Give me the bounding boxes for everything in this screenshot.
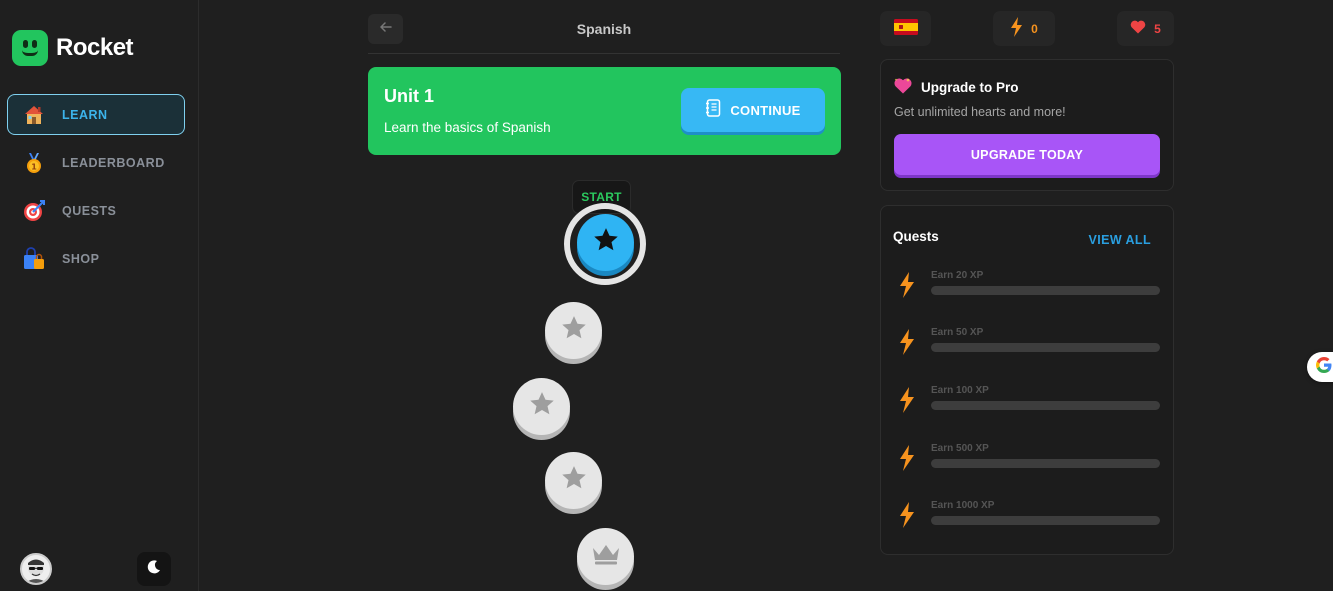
quest-label: Earn 100 XP bbox=[931, 385, 989, 396]
svg-text:1: 1 bbox=[31, 162, 37, 171]
sidebar-item-label: LEADERBOARD bbox=[62, 155, 165, 170]
crown-icon bbox=[590, 541, 622, 572]
continue-button[interactable]: CONTINUE bbox=[681, 88, 825, 132]
upgrade-card: Upgrade to Pro Get unlimited hearts and … bbox=[880, 59, 1174, 191]
google-widget-button[interactable] bbox=[1307, 352, 1333, 382]
star-icon bbox=[559, 313, 589, 348]
lesson-node-locked[interactable] bbox=[545, 452, 602, 509]
lesson-node-locked[interactable] bbox=[513, 378, 570, 435]
quest-progress-bar bbox=[931, 343, 1160, 352]
hearts-value: 5 bbox=[1154, 21, 1161, 36]
quest-item: Earn 1000 XP bbox=[895, 500, 1161, 540]
notebook-icon bbox=[705, 98, 721, 122]
rocket-logo-icon bbox=[12, 30, 48, 66]
sidebar-item-label: QUESTS bbox=[62, 203, 117, 218]
xp-value: 0 bbox=[1031, 21, 1038, 36]
target-icon bbox=[22, 199, 46, 223]
heart-icon bbox=[1130, 20, 1146, 37]
course-header: Spanish bbox=[368, 12, 840, 54]
sidebar-item-label: LEARN bbox=[62, 107, 108, 122]
quests-card: Quests VIEW ALL Earn 20 XP Earn 50 XP Ea… bbox=[880, 205, 1174, 555]
sparkling-heart-icon bbox=[893, 77, 913, 98]
quest-item: Earn 50 XP bbox=[895, 327, 1161, 367]
google-icon bbox=[1315, 356, 1333, 379]
lightning-icon bbox=[899, 502, 915, 533]
sidebar-item-quests[interactable]: QUESTS bbox=[7, 190, 185, 231]
lightning-icon bbox=[899, 445, 915, 476]
quest-item: Earn 20 XP bbox=[895, 270, 1161, 310]
star-icon bbox=[591, 225, 621, 260]
lightning-icon bbox=[899, 272, 915, 303]
lesson-node-locked[interactable] bbox=[577, 528, 634, 585]
quest-progress-bar bbox=[931, 516, 1160, 525]
quest-item: Earn 500 XP bbox=[895, 443, 1161, 483]
sidebar-item-leaderboard[interactable]: 1 LEADERBOARD bbox=[7, 142, 185, 183]
sidebar-item-shop[interactable]: SHOP bbox=[7, 238, 185, 279]
quest-label: Earn 500 XP bbox=[931, 443, 989, 454]
unit-title: Unit 1 bbox=[384, 86, 435, 106]
star-icon bbox=[527, 389, 557, 424]
lesson-node-locked[interactable] bbox=[545, 302, 602, 359]
upgrade-title-text: Upgrade to Pro bbox=[921, 80, 1019, 95]
upgrade-description: Get unlimited hearts and more! bbox=[894, 105, 1066, 119]
course-title: Spanish bbox=[576, 21, 632, 37]
spain-flag-icon bbox=[893, 19, 918, 38]
view-all-quests-link[interactable]: VIEW ALL bbox=[1089, 233, 1151, 247]
sidebar-item-label: SHOP bbox=[62, 251, 100, 266]
continue-label: CONTINUE bbox=[730, 102, 801, 118]
avatar[interactable] bbox=[20, 553, 52, 585]
xp-counter[interactable]: 0 bbox=[993, 11, 1055, 46]
app-logo[interactable]: Rocket bbox=[12, 30, 134, 66]
sidebar-nav: LEARN 1 LEADERBOARD QUESTS SHOP bbox=[7, 94, 185, 286]
upgrade-title: Upgrade to Pro bbox=[893, 77, 1019, 98]
lightning-icon bbox=[899, 387, 915, 418]
medal-icon: 1 bbox=[22, 151, 46, 175]
quest-progress-bar bbox=[931, 401, 1160, 410]
upgrade-today-button[interactable]: UPGRADE TODAY bbox=[894, 134, 1160, 175]
app-name: Rocket bbox=[56, 34, 134, 61]
quest-progress-bar bbox=[931, 459, 1160, 468]
star-icon bbox=[559, 463, 589, 498]
lightning-icon bbox=[1010, 17, 1023, 40]
shopping-bag-icon bbox=[22, 246, 46, 271]
quest-label: Earn 20 XP bbox=[931, 270, 984, 281]
theme-toggle-button[interactable] bbox=[137, 552, 171, 586]
lesson-node-current[interactable] bbox=[577, 214, 634, 271]
moon-icon bbox=[146, 559, 162, 580]
sidebar: Rocket LEARN 1 LEADERBOARD QUESTS SHOP bbox=[0, 0, 199, 591]
language-selector[interactable] bbox=[880, 11, 931, 46]
quest-label: Earn 50 XP bbox=[931, 327, 984, 338]
lightning-icon bbox=[899, 329, 915, 360]
unit-banner: Unit 1 Learn the basics of Spanish CONTI… bbox=[368, 67, 841, 155]
quest-progress-bar bbox=[931, 286, 1160, 295]
hearts-counter[interactable]: 5 bbox=[1117, 11, 1174, 46]
quest-item: Earn 100 XP bbox=[895, 385, 1161, 425]
sidebar-item-learn[interactable]: LEARN bbox=[7, 94, 185, 135]
house-icon bbox=[22, 103, 46, 127]
quest-label: Earn 1000 XP bbox=[931, 500, 995, 511]
quests-title: Quests bbox=[893, 229, 939, 244]
unit-description: Learn the basics of Spanish bbox=[384, 120, 551, 135]
